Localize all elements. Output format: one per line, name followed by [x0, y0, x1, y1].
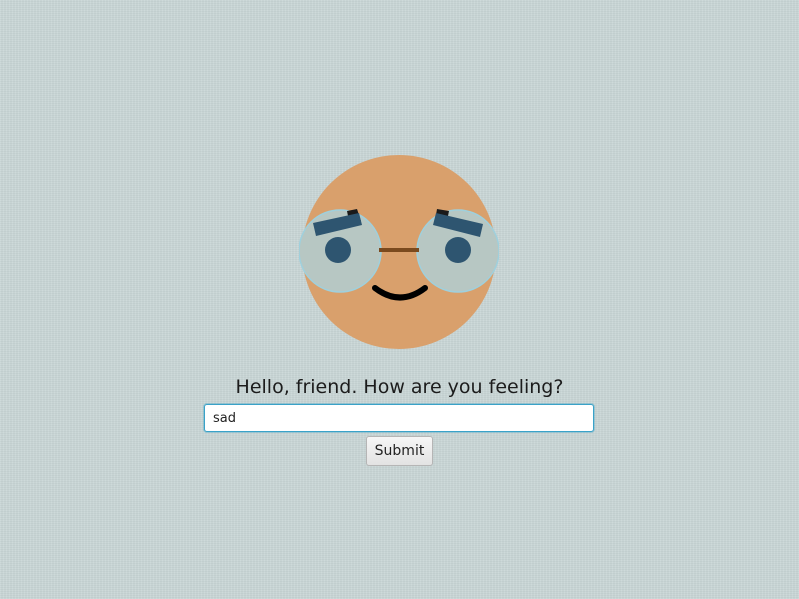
left-pupil-icon: [325, 237, 351, 263]
right-pupil-icon: [445, 237, 471, 263]
avatar-face: [299, 155, 499, 355]
submit-button[interactable]: Submit: [366, 436, 433, 466]
face-illustration: [299, 155, 499, 349]
glasses-bridge: [379, 248, 419, 252]
feeling-input[interactable]: [204, 404, 594, 432]
greeting-text: Hello, friend. How are you feeling?: [235, 376, 564, 398]
